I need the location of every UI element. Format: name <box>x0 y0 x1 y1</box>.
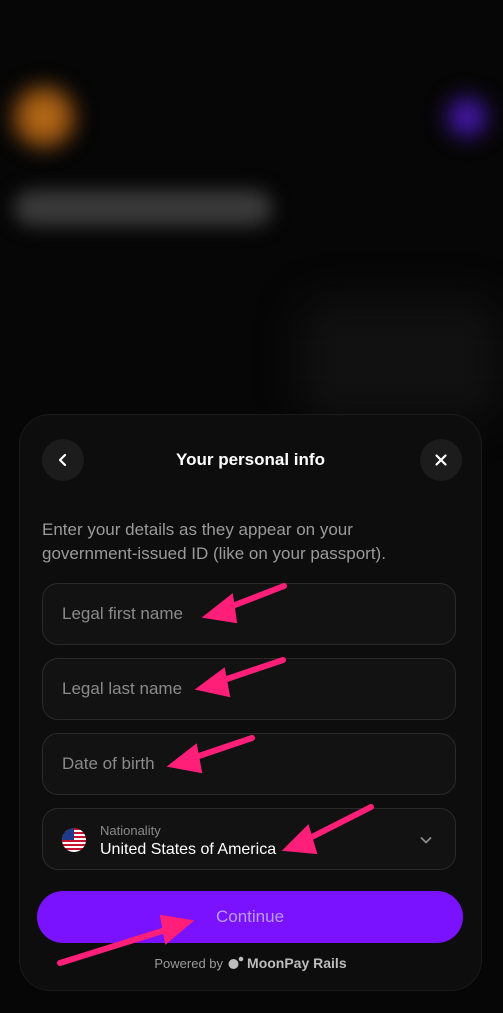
sheet-title: Your personal info <box>176 450 325 469</box>
powered-by-label: Powered by <box>154 955 224 971</box>
instructions-text: Enter your details as they appear on you… <box>42 520 386 563</box>
continue-button[interactable]: Continue <box>37 891 463 943</box>
moonpay-brand-name: MoonPay Rails <box>247 955 347 971</box>
personal-info-sheet: Your personal info Enter your details as… <box>20 415 481 990</box>
background-purple-blob <box>445 95 489 139</box>
first-name-input[interactable] <box>43 584 455 644</box>
flag-canton <box>62 828 74 840</box>
background-blurred-text <box>14 190 272 226</box>
last-name-field-container <box>42 658 456 720</box>
close-button[interactable] <box>420 439 462 481</box>
date-of-birth-input[interactable] <box>43 734 455 794</box>
last-name-input[interactable] <box>43 659 455 719</box>
powered-by-footer: Powered by MoonPay Rails <box>20 955 481 971</box>
screen: Your personal info Enter your details as… <box>0 0 503 1013</box>
nationality-label: Nationality <box>100 823 161 838</box>
dob-field-container <box>42 733 456 795</box>
us-flag-icon <box>62 828 86 852</box>
close-icon <box>435 454 447 466</box>
nationality-value: United States of America <box>100 841 277 858</box>
first-name-field-container <box>42 583 456 645</box>
moonpay-logo-icon <box>228 956 244 969</box>
chevron-down-icon <box>420 837 432 844</box>
background-orange-blob <box>12 85 76 149</box>
moonpay-brand: MoonPay Rails <box>228 955 347 971</box>
background-blurred-content <box>300 300 500 420</box>
nationality-select[interactable]: Nationality United States of America <box>42 808 456 870</box>
